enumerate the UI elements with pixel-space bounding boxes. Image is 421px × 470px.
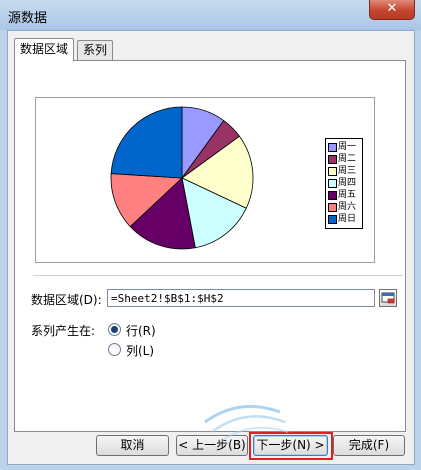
legend-swatch: [328, 155, 337, 164]
legend-item: 周三: [328, 165, 362, 177]
radio-columns-label[interactable]: 列(L): [126, 342, 154, 359]
range-picker-button[interactable]: [379, 289, 397, 307]
tab-panel: 周一周二周三周四周五周六周日 数据区域(D): =Sheet2!$B$1:$H$…: [14, 60, 406, 432]
back-button[interactable]: < 上一步(B): [176, 435, 248, 456]
legend-swatch: [328, 215, 337, 224]
legend-label: 周五: [338, 190, 357, 200]
radio-columns[interactable]: [108, 343, 121, 356]
legend-swatch: [328, 203, 337, 212]
data-range-label: 数据区域(D):: [31, 293, 102, 307]
pie-slice-7: [110, 106, 183, 179]
legend-swatch: [328, 179, 337, 188]
legend-item: 周四: [328, 177, 362, 189]
legend-swatch: [328, 167, 337, 176]
legend-label: 周二: [338, 154, 357, 164]
dialog-body: 数据区域 系列 周一周二周三周四周五周六周日 数据区域(D): =Sheet2!…: [7, 30, 415, 465]
tab-data-range[interactable]: 数据区域: [14, 38, 75, 61]
collapse-dialog-icon: [381, 292, 395, 304]
legend-label: 周六: [338, 202, 357, 212]
close-icon: ✕: [386, 1, 398, 16]
legend-label: 周四: [338, 178, 357, 188]
title-bar: 源数据 ✕: [0, 0, 421, 30]
series-in-label: 系列产生在:: [31, 324, 96, 338]
separator: [33, 275, 403, 276]
legend-label: 周三: [338, 166, 357, 176]
radio-rows[interactable]: [108, 323, 121, 336]
legend-item: 周二: [328, 153, 362, 165]
legend-item: 周五: [328, 189, 362, 201]
data-range-input[interactable]: =Sheet2!$B$1:$H$2: [107, 289, 375, 307]
radio-rows-label[interactable]: 行(R): [126, 322, 156, 339]
close-button[interactable]: ✕: [369, 0, 415, 20]
legend-label: 周一: [338, 142, 357, 152]
legend-item: 周六: [328, 201, 362, 213]
legend-label: 周日: [338, 214, 357, 224]
legend-item: 周一: [328, 141, 362, 153]
finish-button[interactable]: 完成(F): [333, 435, 405, 456]
chart-preview: 周一周二周三周四周五周六周日: [35, 97, 375, 263]
window-title: 源数据: [8, 11, 48, 26]
pie-chart: [110, 106, 254, 250]
chart-legend: 周一周二周三周四周五周六周日: [325, 138, 363, 229]
next-button[interactable]: 下一步(N) >: [253, 435, 328, 456]
legend-swatch: [328, 191, 337, 200]
legend-swatch: [328, 143, 337, 152]
tab-series[interactable]: 系列: [77, 40, 114, 61]
legend-item: 周日: [328, 213, 362, 225]
cancel-button[interactable]: 取消: [96, 435, 169, 456]
